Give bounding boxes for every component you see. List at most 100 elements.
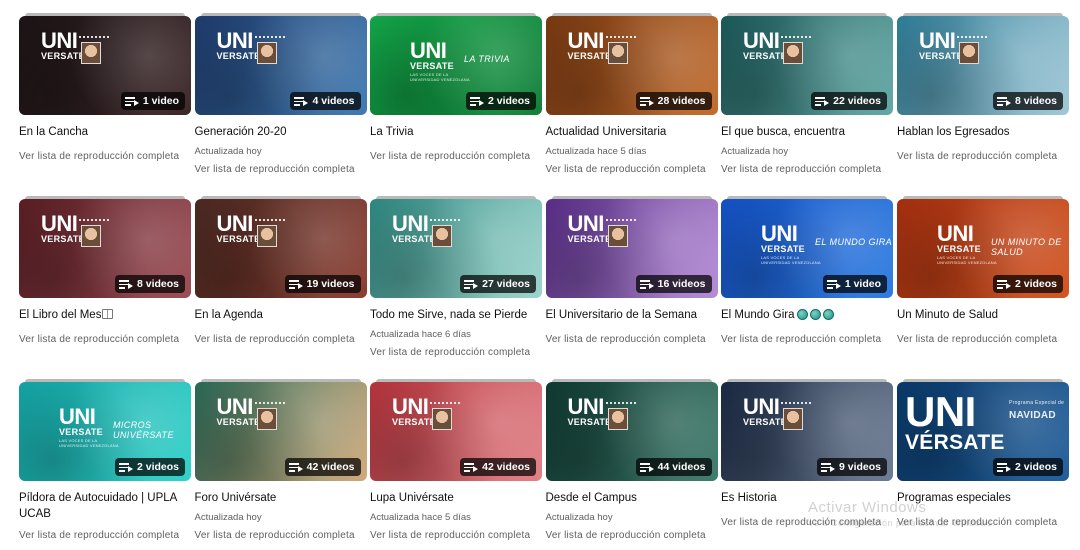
presenter-portrait <box>607 42 628 64</box>
thumbnail-image: UNI VERSATE 4 videos <box>194 16 367 115</box>
logo-versate-text: VERSATE <box>567 50 612 61</box>
playlist-title-text: Desde el Campus <box>545 492 637 504</box>
thumbnail-image: UNI VERSATE 8 videos <box>897 16 1069 115</box>
view-full-playlist-link[interactable]: Ver lista de reproducción completa <box>195 334 367 346</box>
playlist-card[interactable]: UNI VERSATE 19 videos En la Agenda Ver lista… <box>194 196 367 346</box>
globe-emoji-icon <box>796 309 808 320</box>
thumbnail-image: UNI VERSATE 27 videos <box>370 199 542 298</box>
view-full-playlist-link[interactable]: Ver lista de reproducción completa <box>721 164 893 176</box>
thumbnail-image: UNI VERSATE 42 videos <box>370 382 542 481</box>
playlist-thumbnail[interactable]: UNI VERSATE 19 videos <box>194 196 367 298</box>
book-emoji-icon <box>102 309 114 319</box>
playlist-thumbnail[interactable]: UNI VERSATE 42 videos <box>370 379 542 481</box>
playlist-thumbnail[interactable]: UNI VERSATE 8 videos <box>897 13 1069 115</box>
logo-versate-text: VÉRSATE <box>905 430 1005 454</box>
playlist-thumbnail[interactable]: UNI VERSATE 4 videos <box>194 13 367 115</box>
playlist-title[interactable]: Lupa Univérsate <box>370 490 542 506</box>
playlist-title[interactable]: El Universitario de la Semana <box>546 307 718 323</box>
thumbnail-program-title: UN MINUTO DE SALUD <box>991 237 1062 257</box>
view-full-playlist-link[interactable]: Ver lista de reproducción completa <box>546 164 718 176</box>
logo-versate-text: VERSATE <box>410 60 454 71</box>
playlist-thumbnail[interactable]: UNI VERSATE LAS VOCES DE LA UNIVERSIDAD VE… <box>370 13 542 115</box>
thumbnail-image: UNI VERSATE 9 videos <box>721 382 893 481</box>
playlist-card[interactable]: UNI VERSATE LAS VOCES DE LA UNIVERSIDAD VE… <box>897 196 1069 346</box>
presenter-portrait <box>81 225 101 247</box>
playlist-card[interactable]: UNI VERSATE 1 video En la Cancha Ver lista d… <box>19 13 191 163</box>
logo-versate-text: VERSATE <box>743 50 787 61</box>
playlist-card[interactable]: UNI VERSATE 27 videos Todo me Sirve, nada s… <box>370 196 542 359</box>
playlist-card[interactable]: UNI VERSATE 22 videos El que busca, encuent… <box>721 13 893 176</box>
playlist-card[interactable]: UNI VERSATE 8 videos El Libro del Mes Ver li… <box>19 196 191 346</box>
playlist-title[interactable]: Un Minuto de Salud <box>897 307 1069 323</box>
playlist-card[interactable]: UNI VERSATE 4 videos Generación 20-20 Actual… <box>194 13 367 176</box>
view-full-playlist-link[interactable]: Ver lista de reproducción completa <box>19 151 191 163</box>
playlist-title[interactable]: Hablan los Egresados <box>897 124 1069 140</box>
video-count-badge: 42 videos <box>284 458 361 476</box>
video-count-badge: 2 videos <box>992 275 1063 293</box>
playlist-thumbnail[interactable]: UNI VERSATE 27 videos <box>370 196 542 298</box>
view-full-playlist-link[interactable]: Ver lista de reproducción completa <box>546 334 718 346</box>
decorative-dots <box>254 402 285 404</box>
video-count-badge: 42 videos <box>460 458 536 476</box>
video-count-badge: 27 videos <box>460 275 536 293</box>
playlist-thumbnail[interactable]: UNI VERSATE 16 videos <box>545 196 718 298</box>
view-full-playlist-link[interactable]: Ver lista de reproducción completa <box>546 530 718 542</box>
playlist-card[interactable]: UNI VERSATE 28 videos Actualidad Universita… <box>545 13 718 176</box>
playlist-title-text: Hablan los Egresados <box>897 126 1010 138</box>
playlist-title[interactable]: Foro Univérsate <box>195 490 367 506</box>
playlist-title[interactable]: Desde el Campus <box>546 490 718 506</box>
video-count-badge: 19 videos <box>284 275 361 293</box>
playlist-title[interactable]: Todo me Sirve, nada se Pierde <box>370 307 542 323</box>
playlist-thumbnail[interactable]: UNI VERSATE 28 videos <box>545 13 718 115</box>
view-full-playlist-link[interactable]: Ver lista de reproducción completa <box>721 334 893 346</box>
playlist-thumbnail[interactable]: UNI VERSATE 1 video <box>19 13 191 115</box>
playlist-title[interactable]: El que busca, encuentra <box>721 124 893 140</box>
playlist-thumbnail[interactable]: UNI VERSATE 22 videos <box>721 13 893 115</box>
playlist-title[interactable]: En la Agenda <box>195 307 367 323</box>
view-full-playlist-link[interactable]: Ver lista de reproducción completa <box>195 164 367 176</box>
video-count: 2 videos <box>1014 278 1057 290</box>
playlist-title[interactable]: El Libro del Mes <box>19 307 191 323</box>
view-full-playlist-link[interactable]: Ver lista de reproducción completa <box>370 530 542 542</box>
presenter-portrait <box>256 225 277 247</box>
thumbnail-image: UNI VERSATE LAS VOCES DE LA UNIVERSIDAD VE… <box>19 382 191 481</box>
playlist-title-text: Un Minuto de Salud <box>897 309 999 321</box>
playlist-thumbnail[interactable]: UNI VERSATE 9 videos <box>721 379 893 481</box>
playlist-card[interactable]: UNI VERSATE 42 videos Lupa Univérsate Actual… <box>370 379 542 542</box>
video-count: 2 videos <box>136 461 179 473</box>
presenter-portrait <box>607 225 628 247</box>
view-full-playlist-link[interactable]: Ver lista de reproducción completa <box>195 530 367 542</box>
playlist-card[interactable]: UNI VERSATE LAS VOCES DE LA UNIVERSIDAD VE… <box>19 379 191 542</box>
thumbnail-program-title: MICROS UNIVÉRSATE <box>113 420 174 440</box>
view-full-playlist-link[interactable]: Ver lista de reproducción completa <box>19 334 191 346</box>
playlist-card[interactable]: UNI VERSATE LAS VOCES DE LA UNIVERSIDAD VE… <box>721 196 893 346</box>
playlist-thumbnail[interactable]: UNI VERSATE LAS VOCES DE LA UNIVERSIDAD VE… <box>721 196 893 298</box>
globe-emoji-icon <box>809 309 821 320</box>
logo-uni-text: UNI <box>905 388 976 435</box>
video-count-badge: 8 videos <box>992 92 1063 110</box>
playlist-thumbnail[interactable]: UNI VERSATE 44 videos <box>545 379 718 481</box>
playlist-thumbnail[interactable]: UNI VERSATE LAS VOCES DE LA UNIVERSIDAD VE… <box>897 196 1069 298</box>
playlist-thumbnail[interactable]: UNI VERSATE LAS VOCES DE LA UNIVERSIDAD VE… <box>19 379 191 481</box>
playlist-title[interactable]: La Trivia <box>370 124 542 140</box>
playlist-card[interactable]: UNI VERSATE LAS VOCES DE LA UNIVERSIDAD VE… <box>370 13 542 163</box>
presenter-portrait <box>783 408 803 430</box>
playlist-title[interactable]: Actualidad Universitaria <box>546 124 718 140</box>
view-full-playlist-link[interactable]: Ver lista de reproducción completa <box>370 151 542 163</box>
playlist-card[interactable]: UNI VERSATE 16 videos El Universitario de l… <box>545 196 718 346</box>
playlist-title[interactable]: Generación 20-20 <box>195 124 367 140</box>
view-full-playlist-link[interactable]: Ver lista de reproducción completa <box>897 151 1069 163</box>
playlist-title[interactable]: En la Cancha <box>19 124 191 140</box>
playlist-card[interactable]: UNI VERSATE 8 videos Hablan los Egresados Ve… <box>897 13 1069 163</box>
playlist-thumbnail[interactable]: UNI VERSATE 42 videos <box>194 379 367 481</box>
playlist-thumbnail[interactable]: UNI VERSATE 8 videos <box>19 196 191 298</box>
video-count-badge: 44 videos <box>635 458 712 476</box>
view-full-playlist-link[interactable]: Ver lista de reproducción completa <box>897 334 1069 346</box>
view-full-playlist-link[interactable]: Ver lista de reproducción completa <box>19 530 191 542</box>
playlist-title[interactable]: Píldora de Autocuidado | UPLA UCAB <box>19 490 191 522</box>
playlist-card[interactable]: UNI VERSATE 44 videos Desde el Campus Actual… <box>545 379 718 542</box>
playlist-title[interactable]: El Mundo Gira <box>721 307 893 323</box>
playlist-thumbnail[interactable]: UNI VÉRSATE Programa Especial de NAVIDAD 2 v… <box>897 379 1069 481</box>
playlist-card[interactable]: UNI VERSATE 42 videos Foro Univérsate Actual… <box>194 379 367 542</box>
view-full-playlist-link[interactable]: Ver lista de reproducción completa <box>370 347 542 359</box>
